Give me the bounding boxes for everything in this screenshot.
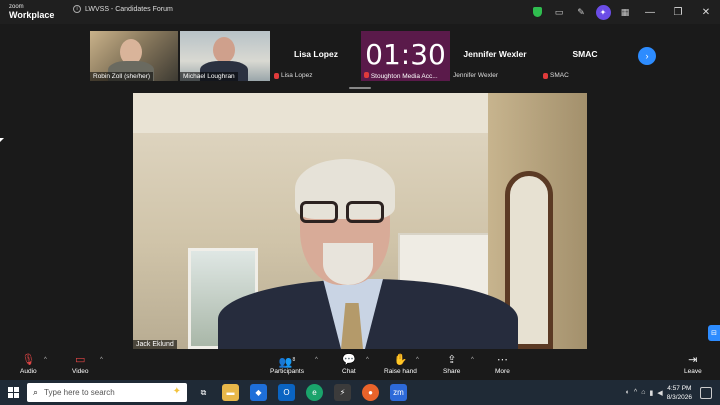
gallery-strip: Robin Zoll (she/her) Michael Loughran Li… [0, 28, 720, 84]
video-button[interactable]: ▭ Video [72, 353, 89, 375]
chat-options-caret[interactable]: ^ [366, 357, 369, 363]
file-explorer-icon[interactable]: ▬ [222, 384, 239, 401]
chevron-right-icon: › [645, 51, 649, 61]
zoom-taskbar-icon[interactable]: zm [390, 384, 407, 401]
next-page-button[interactable]: › [638, 47, 656, 65]
chevron-up-icon[interactable]: ^ [634, 389, 637, 396]
edge-icon[interactable]: e [306, 384, 323, 401]
participant-label: Jennifer Wexler [453, 72, 499, 79]
participant-display-name: SMAC [572, 49, 598, 59]
mic-off-icon [543, 72, 548, 79]
participants-icon: 👥8 [278, 356, 296, 369]
speaker-name: Jack Eklund [133, 340, 177, 349]
start-button[interactable] [8, 387, 19, 398]
title-bar: zoom Workplace i LWVSS - Candidates Foru… [0, 0, 720, 24]
participant-video [213, 37, 235, 63]
firefox-icon[interactable]: ● [362, 384, 379, 401]
system-tray: ◐ ^ ⌂ ▮ ◀ 4:57 PM 8/3/2026 [626, 380, 720, 405]
mouse-cursor-icon [0, 138, 4, 142]
participant-tile[interactable]: SMAC SMAC [541, 31, 629, 81]
meeting-info-button[interactable]: i LWVSS - Candidates Forum [73, 5, 173, 13]
chat-button[interactable]: 💬 Chat [342, 353, 356, 375]
title-bar-actions: ▭ ✎ ✦ ▦ — ❐ ✕ [526, 0, 720, 24]
chat-icon: 💬 [342, 354, 356, 366]
share-options-caret[interactable]: ^ [471, 357, 474, 363]
participants-options-caret[interactable]: ^ [315, 357, 318, 363]
leave-button[interactable]: ⇥ Leave [684, 353, 702, 375]
search-highlight-icon: ✦ [172, 386, 181, 397]
mic-tray-icon[interactable]: ▮ [649, 389, 653, 397]
audio-button[interactable]: 🎙 Audio [20, 353, 37, 375]
countdown-timer: 01:30 [365, 38, 446, 71]
clock[interactable]: 4:57 PM 8/3/2026 [667, 384, 692, 402]
clock-date: 8/3/2026 [666, 393, 692, 401]
tablet-icon[interactable]: ▭ [548, 0, 570, 24]
meeting-title: LWVSS - Candidates Forum [85, 5, 173, 13]
mic-off-icon [364, 72, 369, 78]
volume-icon[interactable]: ◀ [657, 389, 662, 397]
resize-handle[interactable] [349, 87, 371, 89]
participant-tile[interactable]: Robin Zoll (she/her) [90, 31, 178, 81]
more-icon: ⋯ [496, 354, 508, 366]
zoom-window: zoom Workplace i LWVSS - Candidates Foru… [0, 0, 720, 405]
brand-line2: Workplace [9, 10, 55, 20]
taskbar-search-box[interactable]: ⌕ Type here to search ✦ [27, 383, 187, 402]
windows-taskbar: ⌕ Type here to search ✦ ⧉ ▬ ◆ O e ⚡ ● zm… [0, 380, 720, 405]
mic-muted-icon: 🎙 [21, 354, 36, 366]
more-button[interactable]: ⋯ More [495, 353, 510, 375]
raise-hand-button[interactable]: ✋ Raise hand [384, 353, 417, 375]
notification-icon[interactable] [700, 386, 712, 399]
minimize-button[interactable]: — [636, 0, 664, 24]
participant-tile-timer[interactable]: 01:30 Stoughton Media Acc... [361, 31, 450, 81]
pen-icon[interactable]: ✎ [570, 0, 592, 24]
close-button[interactable]: ✕ [692, 0, 720, 24]
participant-tile[interactable]: Michael Loughran [180, 31, 270, 81]
side-panel-tab[interactable]: ⊟ [708, 325, 720, 341]
participant-display-name: Jennifer Wexler [463, 49, 527, 59]
task-view-icon[interactable]: ⧉ [195, 384, 212, 401]
share-button[interactable]: ⇪ Share [443, 353, 460, 375]
active-speaker-video[interactable]: Jack Eklund [133, 93, 587, 349]
share-icon: ⇪ [447, 354, 457, 366]
ai-companion-icon[interactable]: ✦ [592, 0, 614, 24]
apps-icon[interactable]: ▦ [614, 0, 636, 24]
participant-name: Robin Zoll (she/her) [90, 72, 154, 81]
dropbox-icon[interactable]: ◆ [250, 384, 267, 401]
meeting-toolbar: 🎙 Audio ^ ▭ Video ^ 👥8 Participants ^ 💬 … [0, 350, 720, 380]
participant-name: Michael Loughran [180, 72, 238, 81]
hand-icon: ✋ [393, 354, 408, 366]
network-icon[interactable]: ⌂ [641, 389, 645, 396]
clock-time: 4:57 PM [667, 384, 692, 392]
zoom-logo: zoom Workplace [9, 4, 54, 20]
outlook-icon[interactable]: O [278, 384, 295, 401]
participant-tile[interactable]: Jennifer Wexler Jennifer Wexler [451, 31, 539, 81]
participants-button[interactable]: 👥8 Participants [270, 353, 304, 375]
mic-off-icon [274, 72, 279, 79]
participant-label: Lisa Lopez [274, 72, 312, 79]
info-icon: i [73, 5, 81, 13]
participant-display-name: Lisa Lopez [294, 49, 338, 59]
participant-label: SMAC [543, 72, 569, 79]
leave-icon: ⇥ [688, 354, 698, 366]
weather-icon[interactable]: ◐ [626, 389, 630, 396]
power-automate-icon[interactable]: ⚡ [334, 384, 351, 401]
participant-tile[interactable]: Lisa Lopez Lisa Lopez [272, 31, 360, 81]
participant-label: Stoughton Media Acc... [361, 71, 441, 81]
audio-options-caret[interactable]: ^ [44, 357, 47, 363]
video-options-caret[interactable]: ^ [100, 357, 103, 363]
search-placeholder: Type here to search [44, 388, 115, 397]
reactions-options-caret[interactable]: ^ [416, 357, 419, 363]
restore-button[interactable]: ❐ [664, 0, 692, 24]
video-off-icon: ▭ [75, 354, 86, 366]
search-icon: ⌕ [33, 387, 39, 397]
shield-icon[interactable] [526, 0, 548, 24]
